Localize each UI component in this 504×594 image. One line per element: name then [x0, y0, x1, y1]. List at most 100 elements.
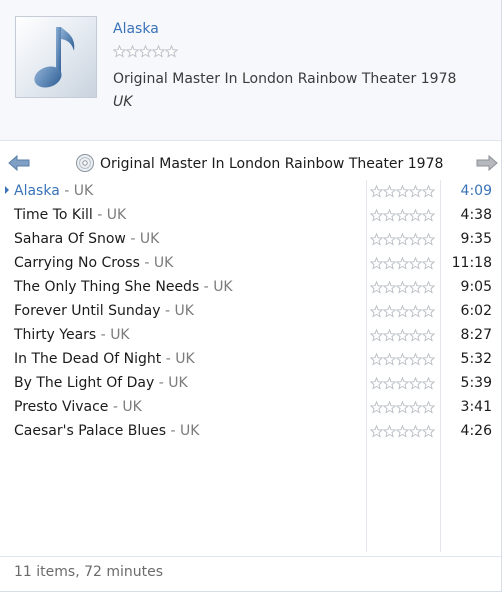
- status-summary: 11 items, 72 minutes: [14, 564, 164, 580]
- star-icon: [370, 353, 384, 366]
- star-icon: [395, 329, 410, 342]
- star-icon: [408, 209, 423, 222]
- track-title: Thirty Years: [14, 327, 97, 343]
- track-separator: -: [92, 207, 107, 223]
- now-playing-artist[interactable]: UK: [113, 94, 132, 110]
- track-row[interactable]: By The Light Of Day - UK 5:39: [0, 372, 501, 396]
- track-row[interactable]: Time To Kill - UK 4:38: [0, 204, 501, 228]
- track-title-artist[interactable]: In The Dead Of Night - UK: [14, 351, 195, 367]
- track-row[interactable]: Alaska - UK 4:09: [0, 180, 501, 204]
- track-duration: 4:38: [460, 207, 492, 223]
- star-icon: [370, 233, 384, 246]
- star-icon: [164, 45, 179, 58]
- star-icon: [395, 185, 410, 198]
- star-icon: [408, 233, 423, 246]
- star-icon: [113, 45, 127, 58]
- star-icon: [370, 185, 384, 198]
- track-rating[interactable]: [370, 209, 436, 222]
- star-icon: [382, 377, 397, 390]
- track-duration: 9:05: [460, 279, 492, 295]
- track-separator: -: [161, 351, 176, 367]
- star-icon: [421, 401, 436, 414]
- now-playing-indicator-icon: [5, 186, 9, 194]
- arrow-left-icon[interactable]: [8, 154, 30, 176]
- now-playing-rating[interactable]: [113, 45, 179, 58]
- star-icon: [370, 401, 384, 414]
- star-icon: [395, 377, 410, 390]
- track-title-artist[interactable]: The Only Thing She Needs - UK: [14, 279, 233, 295]
- track-row[interactable]: Forever Until Sunday - UK 6:02: [0, 300, 501, 324]
- track-list[interactable]: Alaska - UK 4:09 Time To Kill - UK 4:38 Saha…: [0, 180, 501, 552]
- star-icon: [370, 281, 384, 294]
- track-row[interactable]: Caesar's Palace Blues - UK 4:26: [0, 420, 501, 444]
- track-rating[interactable]: [370, 377, 436, 390]
- track-title: Alaska: [14, 183, 60, 199]
- track-separator: -: [108, 399, 123, 415]
- track-separator: -: [125, 231, 140, 247]
- star-icon: [370, 425, 384, 438]
- track-title-artist[interactable]: Forever Until Sunday - UK: [14, 303, 194, 319]
- star-icon: [382, 257, 397, 270]
- arrow-right-icon[interactable]: [476, 154, 498, 176]
- track-rating[interactable]: [370, 425, 436, 438]
- track-row[interactable]: Presto Vivace - UK 3:41: [0, 396, 501, 420]
- star-icon: [408, 425, 423, 438]
- star-icon: [408, 353, 423, 366]
- track-row[interactable]: In The Dead Of Night - UK 5:32: [0, 348, 501, 372]
- track-title-artist[interactable]: Sahara Of Snow - UK: [14, 231, 159, 247]
- track-title: Presto Vivace: [14, 399, 109, 415]
- track-separator: -: [166, 423, 181, 439]
- star-icon: [395, 401, 410, 414]
- track-rating[interactable]: [370, 353, 436, 366]
- track-artist: UK: [106, 207, 127, 223]
- star-icon: [421, 425, 436, 438]
- album-title[interactable]: Original Master In London Rainbow Theate…: [100, 156, 443, 172]
- track-title-artist[interactable]: Alaska - UK: [14, 183, 93, 199]
- star-icon: [421, 257, 436, 270]
- track-duration: 9:35: [460, 231, 492, 247]
- track-row[interactable]: Sahara Of Snow - UK 9:35: [0, 228, 501, 252]
- track-title-artist[interactable]: Time To Kill - UK: [14, 207, 126, 223]
- track-duration: 6:02: [460, 303, 492, 319]
- track-duration: 5:39: [460, 375, 492, 391]
- track-rating[interactable]: [370, 233, 436, 246]
- track-row[interactable]: The Only Thing She Needs - UK 9:05: [0, 276, 501, 300]
- track-row[interactable]: Carrying No Cross - UK 11:18: [0, 252, 501, 276]
- track-rating[interactable]: [370, 401, 436, 414]
- star-icon: [370, 257, 384, 270]
- star-icon: [382, 425, 397, 438]
- album-art: [15, 16, 97, 98]
- star-icon: [382, 305, 397, 318]
- star-icon: [370, 329, 384, 342]
- track-artist: UK: [174, 303, 194, 319]
- track-separator: -: [96, 327, 111, 343]
- now-playing-album[interactable]: Original Master In London Rainbow Theate…: [113, 71, 456, 87]
- track-rating[interactable]: [370, 257, 436, 270]
- star-icon: [421, 305, 436, 318]
- track-artist: UK: [122, 399, 142, 415]
- track-title-artist[interactable]: Presto Vivace - UK: [14, 399, 142, 415]
- track-artist: UK: [153, 255, 174, 271]
- track-title: By The Light Of Day: [14, 375, 155, 391]
- cd-icon: [75, 153, 95, 177]
- track-rating[interactable]: [370, 185, 436, 198]
- track-rating[interactable]: [370, 281, 436, 294]
- track-row[interactable]: Thirty Years - UK 8:27: [0, 324, 501, 348]
- star-icon: [421, 209, 436, 222]
- track-title-artist[interactable]: Thirty Years - UK: [14, 327, 130, 343]
- star-icon: [408, 281, 423, 294]
- track-title-artist[interactable]: Carrying No Cross - UK: [14, 255, 173, 271]
- star-icon: [395, 209, 410, 222]
- now-playing-panel: Alaska Original Master In London Rainbow…: [0, 0, 501, 141]
- track-rating[interactable]: [370, 305, 436, 318]
- track-title-artist[interactable]: Caesar's Palace Blues - UK: [14, 423, 199, 439]
- track-title-artist[interactable]: By The Light Of Day - UK: [14, 375, 188, 391]
- star-icon: [395, 353, 410, 366]
- star-icon: [395, 233, 410, 246]
- track-separator: -: [199, 279, 214, 295]
- star-icon: [395, 257, 410, 270]
- star-icon: [408, 305, 423, 318]
- star-icon: [382, 209, 397, 222]
- track-rating[interactable]: [370, 329, 436, 342]
- now-playing-title[interactable]: Alaska: [113, 21, 159, 37]
